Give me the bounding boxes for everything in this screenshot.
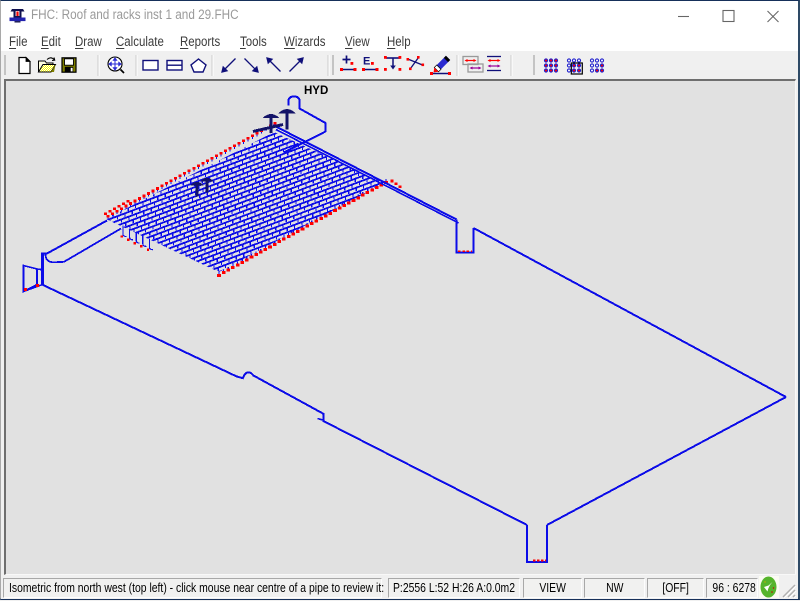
svg-text:E: E <box>363 56 370 68</box>
